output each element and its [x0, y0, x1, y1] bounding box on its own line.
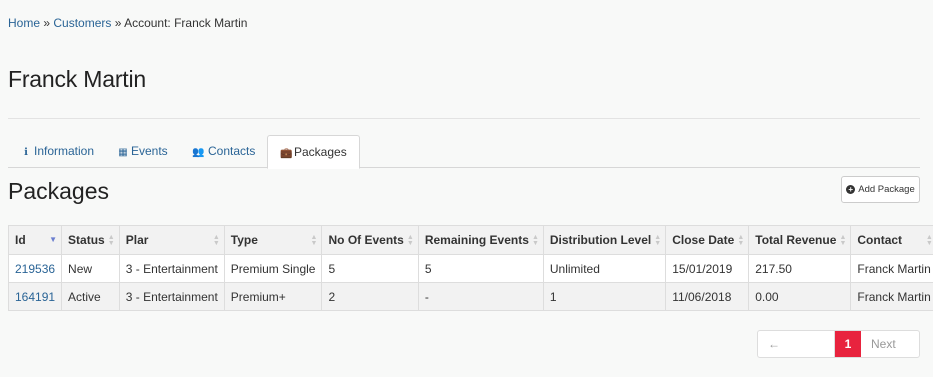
page-title: Franck Martin [8, 66, 146, 92]
tab-label: Packages [294, 145, 347, 159]
breadcrumb-separator: » [40, 16, 54, 30]
table-header-row: Id ▼ Status ▲ ▼ Plar ▲ ▼ Type ▲ ▼ No Of Events ▲… [7, 225, 933, 255]
cell-type: Premium Single [223, 254, 323, 283]
tab-label: Information [34, 144, 95, 158]
cell-close-date: 15/01/2019 [665, 254, 750, 283]
users-icon: 👥 [192, 147, 205, 158]
pagination: ← Previous 1 Next → [757, 330, 920, 358]
cell-status: New [61, 254, 120, 283]
sort-icon: ▲ ▼ [107, 234, 115, 247]
tab-packages[interactable]: 💼 Packages [267, 135, 360, 169]
sort-icon: ▲ ▼ [310, 234, 318, 247]
cell-no-of-events: 2 [321, 282, 419, 311]
breadcrumb-separator: » [111, 16, 125, 30]
cell-status: Active [61, 282, 120, 311]
column-header-id[interactable]: Id ▼ [7, 225, 63, 255]
tab-information[interactable]: ℹ Information [8, 135, 106, 168]
breadcrumb-customers-link[interactable]: Customers [53, 16, 111, 30]
add-package-button[interactable]: + Add Package [841, 176, 920, 203]
sort-icon: ▲ ▼ [654, 234, 662, 247]
cell-type: Premium+ [223, 282, 323, 311]
tab-contacts[interactable]: 👥 Contacts [179, 135, 267, 168]
column-header-distribution-level[interactable]: Distribution Level ▲ ▼ [542, 225, 667, 255]
cell-remaining-events: 5 [417, 254, 544, 283]
sort-icon: ▲ ▼ [531, 234, 539, 247]
pagination-previous[interactable]: ← Previous [758, 331, 835, 357]
sort-icon: ▲ ▼ [212, 234, 220, 247]
cell-remaining-events: - [417, 282, 544, 311]
pagination-next[interactable]: Next → [861, 331, 919, 357]
briefcase-icon: 💼 [280, 148, 293, 159]
cell-total-revenue: 217.50 [748, 254, 852, 283]
package-id-link[interactable]: 219536 [15, 262, 55, 276]
cell-contact: Franck Martin [850, 254, 933, 283]
column-header-contact[interactable]: Contact ▲ ▼ [850, 225, 933, 255]
cell-total-revenue: 0.00 [748, 282, 852, 311]
pagination-current-page[interactable]: 1 [835, 331, 861, 357]
tab-label: Events [131, 144, 168, 158]
column-header-plar[interactable]: Plar ▲ ▼ [118, 225, 225, 255]
add-package-label: Add Package [858, 184, 915, 195]
breadcrumb-current: Account: Franck Martin [124, 16, 248, 30]
sort-icon: ▲ ▼ [737, 234, 745, 247]
column-header-total-revenue[interactable]: Total Revenue ▲ ▼ [748, 225, 852, 255]
breadcrumb: Home » Customers » Account: Franck Marti… [8, 16, 247, 30]
cell-id[interactable]: 164191 [7, 282, 63, 311]
cell-distribution-level: Unlimited [542, 254, 667, 283]
tab-label: Contacts [208, 144, 256, 158]
tab-bar: ℹ Information ▦ Events 👥 Contacts 💼 Packages [8, 135, 920, 169]
sort-icon: ▲ ▼ [925, 234, 933, 247]
cell-distribution-level: 1 [542, 282, 667, 311]
column-header-no-of-events[interactable]: No Of Events ▲ ▼ [321, 225, 419, 255]
cell-close-date: 11/06/2018 [665, 282, 750, 311]
sort-icon: ▲ ▼ [406, 234, 414, 247]
column-header-close-date[interactable]: Close Date ▲ ▼ [665, 225, 750, 255]
sort-desc-icon: ▼ [49, 235, 58, 244]
cell-plar: 3 - Entertainment [118, 254, 225, 283]
calendar-icon: ▦ [118, 147, 128, 158]
section-title: Packages [8, 178, 110, 204]
column-header-remaining-events[interactable]: Remaining Events ▲ ▼ [417, 225, 544, 255]
packages-table: Id ▼ Status ▲ ▼ Plar ▲ ▼ Type ▲ ▼ No Of Events ▲… [7, 225, 933, 311]
column-header-type[interactable]: Type ▲ ▼ [223, 225, 323, 255]
column-header-status[interactable]: Status ▲ ▼ [61, 225, 120, 255]
plus-circle-icon: + [846, 185, 856, 194]
sort-icon: ▲ ▼ [839, 234, 847, 247]
package-id-link[interactable]: 164191 [15, 290, 55, 304]
cell-contact: Franck Martin [850, 282, 933, 311]
table-row[interactable]: 219536 New 3 - Entertainment Premium Sin… [7, 254, 933, 283]
cell-plar: 3 - Entertainment [118, 282, 225, 311]
cell-no-of-events: 5 [321, 254, 419, 283]
cell-id[interactable]: 219536 [7, 254, 63, 283]
info-circle-icon: ℹ [24, 147, 28, 158]
tab-events[interactable]: ▦ Events [105, 135, 180, 168]
breadcrumb-home-link[interactable]: Home [8, 16, 40, 30]
table-row[interactable]: 164191 Active 3 - Entertainment Premium+… [7, 282, 933, 311]
header-divider [8, 118, 920, 119]
